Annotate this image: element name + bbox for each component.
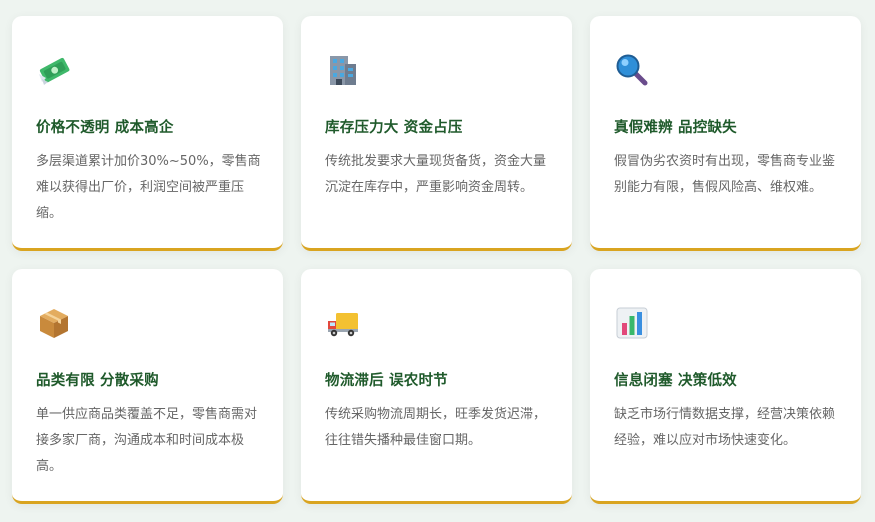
package-box-icon bbox=[40, 309, 68, 338]
card-description: 传统采购物流周期长，旺季发货迟滞，往往错失播种最佳窗口期。 bbox=[325, 407, 547, 448]
card-description: 单一供应商品类覆盖不足，零售商需对接多家厂商，沟通成本和时间成本极高。 bbox=[36, 407, 258, 474]
card-title: 信息闭塞 决策低效 bbox=[614, 373, 737, 389]
card-title: 物流滞后 误农时节 bbox=[325, 373, 448, 389]
pain-point-card-category: 品类有限 分散采购 单一供应商品类覆盖不足，零售商需对接多家厂商，沟通成本和时间… bbox=[12, 269, 283, 504]
card-description: 传统批发要求大量现货备货，资金大量沉淀在库存中，严重影响资金周转。 bbox=[325, 154, 547, 195]
pain-point-grid: 价格不透明 成本高企 多层渠道累计加价30%~50%，零售商难以获得出厂价，利润… bbox=[12, 16, 861, 504]
card-description: 多层渠道累计加价30%~50%，零售商难以获得出厂价，利润空间被严重压缩。 bbox=[36, 154, 261, 221]
card-title: 价格不透明 成本高企 bbox=[36, 120, 174, 136]
pain-point-card-quality: 真假难辨 品控缺失 假冒伪劣农资时有出现，零售商专业鉴别能力有限，售假风险高、维… bbox=[590, 16, 861, 251]
card-description: 假冒伪劣农资时有出现，零售商专业鉴别能力有限，售假风险高、维权难。 bbox=[614, 154, 836, 195]
office-building-icon bbox=[330, 56, 356, 85]
magnifying-glass-icon bbox=[616, 54, 648, 86]
pain-point-card-price: 价格不透明 成本高企 多层渠道累计加价30%~50%，零售商难以获得出厂价，利润… bbox=[12, 16, 283, 251]
money-with-wings-icon bbox=[39, 57, 70, 85]
bar-chart-icon bbox=[616, 307, 648, 339]
card-title: 品类有限 分散采购 bbox=[36, 373, 159, 389]
delivery-truck-icon bbox=[328, 313, 358, 337]
card-title: 真假难辨 品控缺失 bbox=[614, 120, 737, 136]
pain-point-card-inventory: 库存压力大 资金占压 传统批发要求大量现货备货，资金大量沉淀在库存中，严重影响资… bbox=[301, 16, 572, 251]
pain-point-card-logistics: 物流滞后 误农时节 传统采购物流周期长，旺季发货迟滞，往往错失播种最佳窗口期。 bbox=[301, 269, 572, 504]
card-title: 库存压力大 资金占压 bbox=[325, 120, 463, 136]
pain-point-card-information: 信息闭塞 决策低效 缺乏市场行情数据支撑，经营决策依赖经验，难以应对市场快速变化… bbox=[590, 269, 861, 504]
card-description: 缺乏市场行情数据支撑，经营决策依赖经验，难以应对市场快速变化。 bbox=[614, 407, 836, 448]
